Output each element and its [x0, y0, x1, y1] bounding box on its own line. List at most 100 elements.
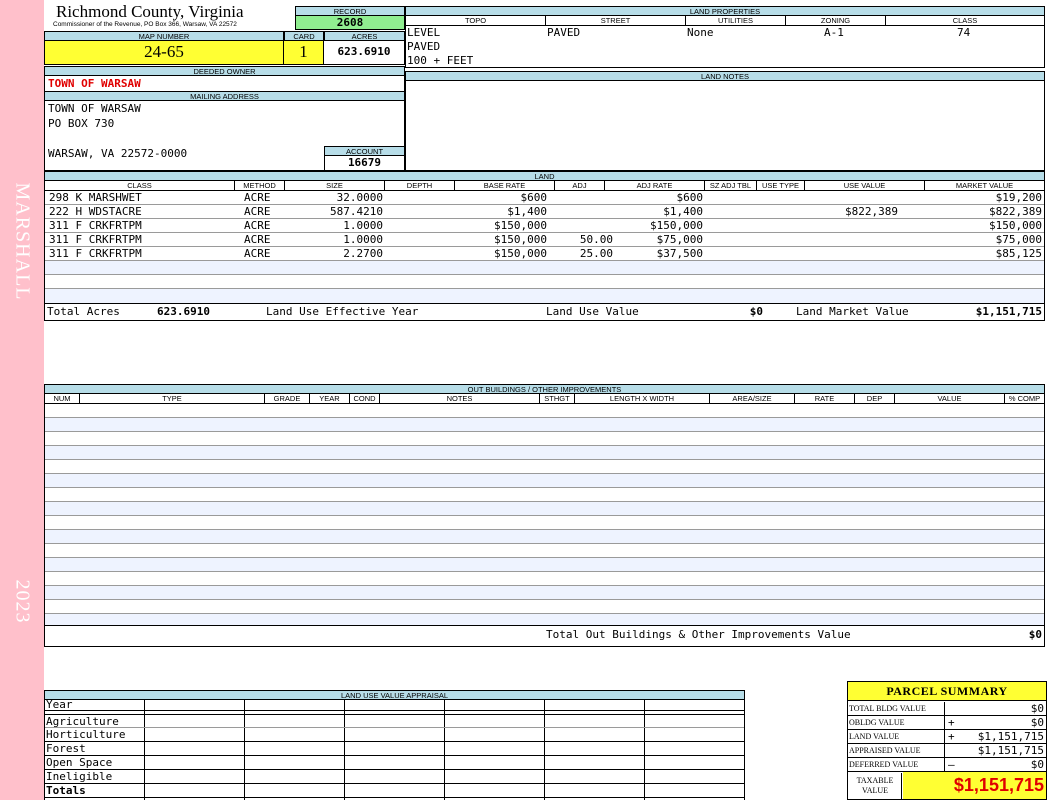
land-h-method: METHOD: [235, 181, 285, 191]
land-market-value: $75,000: [995, 233, 1042, 246]
land-base-rate: $600: [520, 191, 548, 204]
total-acres: 623.6910: [157, 305, 210, 318]
outbuildings-rows: [44, 404, 1045, 626]
lp-header-street: STREET: [546, 16, 686, 26]
lua-label: Open Space: [46, 756, 113, 769]
lp-topo-1: LEVEL: [407, 26, 441, 39]
land-method: ACRE: [244, 247, 271, 260]
lp-topo-2: PAVED: [407, 40, 441, 53]
county-subtitle: Commissioner of the Revenue, PO Box 366,…: [53, 21, 237, 28]
land-h-use-type: USE TYPE: [757, 181, 805, 191]
outbuildings-header-row: NUM TYPE GRADE YEAR COND NOTES STHGT LEN…: [44, 394, 1045, 404]
ps-sign: +: [948, 716, 955, 729]
map-number-label: MAP NUMBER: [44, 31, 284, 41]
ob-h-year: YEAR: [310, 394, 350, 404]
account-number: 16679: [324, 156, 405, 171]
acres-value: 623.6910: [324, 41, 405, 65]
record-value: 2608: [295, 16, 405, 30]
total-acres-label: Total Acres: [47, 305, 120, 318]
land-notes-title: LAND NOTES: [405, 71, 1045, 81]
lua-label: Year: [46, 698, 73, 711]
table-row: [45, 275, 1044, 289]
table-row: 222 H WDSTACRE ACRE 587.4210 $1,400 $1,4…: [45, 205, 1044, 219]
table-row: 311 F CRKFRTPM ACRE 2.2700 $150,000 25.0…: [45, 247, 1044, 261]
land-h-sz-adj: SZ ADJ TBL: [705, 181, 757, 191]
effective-year-label: Land Use Effective Year: [266, 305, 419, 318]
land-base-rate: $150,000: [494, 219, 547, 232]
land-h-use-value: USE VALUE: [805, 181, 925, 191]
ob-h-notes: NOTES: [380, 394, 540, 404]
land-adj-rate: $75,000: [656, 233, 703, 246]
table-row: [45, 289, 1044, 304]
land-use-appraisal-title: LAND USE VALUE APPRAISAL: [44, 690, 745, 700]
card-label: CARD: [284, 31, 324, 41]
deeded-owner-label: DEEDED OWNER: [44, 66, 405, 76]
land-class: 311 F CRKFRTPM: [49, 233, 142, 246]
ps-label: APPRAISED VALUE: [849, 744, 945, 757]
land-properties: TOPO STREET UTILITIES ZONING CLASS LEVEL…: [405, 16, 1045, 68]
lua-row-horticulture: Horticulture: [45, 728, 744, 742]
ps-row: TOTAL BLDG VALUE $0: [848, 702, 1046, 716]
ob-h-type: TYPE: [80, 394, 265, 404]
lua-label: Totals: [46, 784, 86, 797]
ps-label: LAND VALUE: [849, 730, 945, 743]
parcel-summary-title: PARCEL SUMMARY: [848, 682, 1046, 701]
land-base-rate: $150,000: [494, 233, 547, 246]
land-totals: Total Acres 623.6910 Land Use Effective …: [44, 303, 1045, 321]
mailing-line-1: TOWN OF WARSAW: [48, 102, 141, 115]
land-class: 222 H WDSTACRE: [49, 205, 142, 218]
ps-row: LAND VALUE + $1,151,715: [848, 730, 1046, 744]
acres-label: ACRES: [324, 31, 405, 41]
land-market-value-label: Land Market Value: [796, 305, 909, 318]
land-header-row: CLASS METHOD SIZE DEPTH BASE RATE ADJ AD…: [44, 181, 1045, 191]
land-use-value-label: Land Use Value: [546, 305, 639, 318]
outbuildings-total-label: Total Out Buildings & Other Improvements…: [546, 628, 851, 641]
land-use-value: $0: [749, 305, 763, 318]
lua-row-ineligible: Ineligible: [45, 770, 744, 784]
land-h-adj: ADJ: [555, 181, 605, 191]
ob-h-dep: DEP: [855, 394, 895, 404]
map-number: 24-65: [44, 41, 284, 65]
mailing-line-4: WARSAW, VA 22572-0000: [48, 147, 188, 160]
lp-header-utilities: UTILITIES: [686, 16, 786, 26]
land-adj-rate: $150,000: [650, 219, 703, 232]
ps-label: DEFERRED VALUE: [849, 758, 945, 771]
land-size: 32.0000: [336, 191, 383, 204]
lua-row-forest: Forest: [45, 742, 744, 756]
lua-row-open-space: Open Space: [45, 756, 744, 770]
ps-value: $1,151,715: [977, 744, 1044, 757]
lp-street: PAVED: [547, 26, 581, 39]
land-market-value: $85,125: [995, 247, 1042, 260]
ps-value: $1,151,715: [977, 730, 1044, 743]
ob-h-sthgt: STHGT: [540, 394, 575, 404]
ps-sign: +: [948, 730, 955, 743]
land-size: 2.2700: [343, 247, 383, 260]
table-row: 311 F CRKFRTPM ACRE 1.0000 $150,000 50.0…: [45, 233, 1044, 247]
outbuildings-title: OUT BUILDINGS / OTHER IMPROVEMENTS: [44, 384, 1045, 394]
ob-h-grade: GRADE: [265, 394, 310, 404]
ob-h-comp: % COMP: [1008, 394, 1041, 403]
card-number: 1: [284, 41, 324, 65]
lua-label: Horticulture: [46, 728, 126, 741]
outbuildings-total: Total Out Buildings & Other Improvements…: [44, 626, 1045, 647]
lua-row-agriculture: Agriculture: [45, 714, 744, 728]
land-h-adj-rate: ADJ RATE: [605, 181, 705, 191]
land-title: LAND: [44, 171, 1045, 181]
land-h-base-rate: BASE RATE: [455, 181, 555, 191]
land-h-market-value: MARKET VALUE: [955, 181, 1014, 190]
lp-utilities: None: [687, 26, 714, 39]
side-name: MARSHALL: [11, 182, 34, 301]
ob-h-length-width: LENGTH X WIDTH: [575, 394, 710, 404]
lp-header-topo: TOPO: [406, 16, 546, 26]
land-adj-rate: $1,400: [663, 205, 703, 218]
ps-sign: –: [948, 758, 955, 771]
ps-value: $0: [1030, 702, 1044, 715]
account-label: ACCOUNT: [324, 146, 405, 156]
ps-value: $0: [1030, 716, 1044, 729]
land-adj-rate: $600: [676, 191, 704, 204]
lua-label: Forest: [46, 742, 86, 755]
land-class: 298 K MARSHWET: [49, 191, 142, 204]
lp-zoning: A-1: [824, 26, 844, 39]
ps-row: OBLDG VALUE + $0: [848, 716, 1046, 730]
land-rows: 298 K MARSHWET ACRE 32.0000 $600 $600 $1…: [44, 191, 1045, 304]
